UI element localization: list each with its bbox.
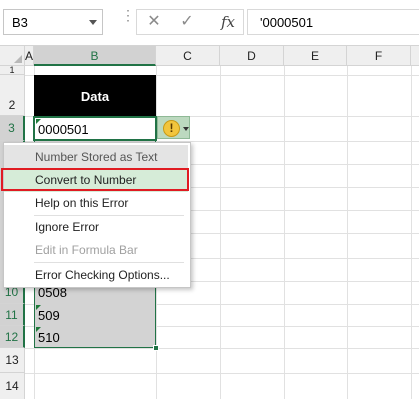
column-header-a[interactable]: A bbox=[25, 46, 34, 66]
cell-b2-header[interactable]: Data bbox=[34, 75, 156, 116]
column-header-c[interactable]: C bbox=[156, 46, 220, 66]
drag-handle-icon[interactable]: ⋮ bbox=[121, 8, 135, 32]
row-header-13[interactable]: 13 bbox=[0, 348, 25, 373]
cell-b12-value: 510 bbox=[38, 330, 60, 345]
row-header-2[interactable]: 2 bbox=[0, 75, 25, 116]
formula-input[interactable]: '0000501 bbox=[247, 9, 419, 35]
cell-b11[interactable]: 509 bbox=[35, 304, 155, 327]
cell-b11-value: 509 bbox=[38, 308, 60, 323]
enter-icon[interactable]: ✓ bbox=[176, 12, 198, 32]
name-box[interactable]: B3 bbox=[3, 9, 103, 35]
cell-b3-active[interactable]: 0000501 bbox=[33, 116, 157, 141]
chevron-down-icon[interactable] bbox=[89, 20, 97, 25]
column-header-f[interactable]: F bbox=[347, 46, 411, 66]
gridline bbox=[25, 373, 419, 374]
name-box-value[interactable]: B3 bbox=[12, 15, 28, 30]
column-header-b[interactable]: B bbox=[34, 46, 156, 66]
select-all-triangle-icon bbox=[14, 55, 22, 63]
row-header-14[interactable]: 14 bbox=[0, 373, 25, 399]
menu-item-edit-in-formula-bar: Edit in Formula Bar bbox=[35, 243, 138, 257]
highlight-box bbox=[1, 168, 189, 191]
row-header-1[interactable]: 1 bbox=[0, 66, 25, 75]
fill-handle[interactable] bbox=[153, 345, 159, 351]
warning-icon[interactable]: ! bbox=[163, 120, 180, 137]
column-header-e[interactable]: E bbox=[284, 46, 347, 66]
formula-input-value[interactable]: '0000501 bbox=[260, 15, 313, 30]
menu-title: Number Stored as Text bbox=[4, 145, 188, 169]
cell-b12[interactable]: 510 bbox=[35, 326, 155, 349]
cell-b3-value: 0000501 bbox=[38, 122, 89, 137]
menu-item-help-on-error[interactable]: Help on this Error bbox=[4, 192, 188, 215]
error-checking-button[interactable]: ! bbox=[157, 116, 190, 139]
row-header-3[interactable]: 3 bbox=[0, 116, 25, 141]
column-header-d[interactable]: D bbox=[220, 46, 284, 66]
row-header-11[interactable]: 11 bbox=[0, 304, 25, 326]
select-all-corner[interactable] bbox=[0, 46, 25, 66]
insert-function-icon[interactable]: fx bbox=[216, 11, 240, 33]
row-header-12[interactable]: 12 bbox=[0, 326, 25, 348]
menu-item-error-checking-options[interactable]: Error Checking Options... bbox=[4, 264, 188, 287]
chevron-down-icon[interactable] bbox=[183, 127, 189, 131]
column-header-g[interactable] bbox=[411, 46, 419, 66]
cancel-icon[interactable]: ✕ bbox=[143, 12, 165, 32]
menu-separator bbox=[34, 262, 184, 263]
menu-item-ignore-error[interactable]: Ignore Error bbox=[4, 216, 188, 239]
